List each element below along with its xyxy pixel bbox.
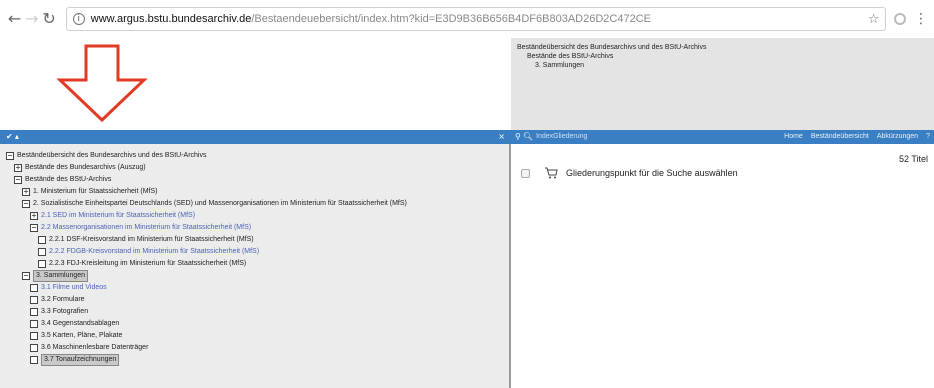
breadcrumb-line-3: 3. Sammlungen bbox=[535, 62, 585, 69]
search-row: Gliederungspunkt für die Suche auswählen bbox=[521, 167, 738, 179]
tree-node-label[interactable]: Beständeübersicht des Bundesarchivs und … bbox=[17, 151, 207, 161]
leaf-icon[interactable] bbox=[38, 248, 46, 256]
result-count: 52 Titel bbox=[898, 154, 928, 164]
select-checkbox[interactable] bbox=[521, 168, 530, 178]
forward-icon[interactable]: → bbox=[23, 10, 40, 28]
tree-node[interactable]: + Bestände des Bundesarchivs (Auszug) bbox=[0, 162, 509, 174]
tree-node-label[interactable]: 3.7 Tonaufzeichnungen bbox=[41, 354, 120, 366]
leaf-icon[interactable] bbox=[30, 308, 38, 316]
expand-icon[interactable]: + bbox=[14, 164, 22, 172]
leaf-icon[interactable] bbox=[38, 236, 46, 244]
link-home[interactable]: Home bbox=[784, 130, 803, 144]
tree-node[interactable]: 3.7 Tonaufzeichnungen bbox=[0, 354, 509, 366]
collapse-icon[interactable]: − bbox=[22, 200, 30, 208]
menu-icon[interactable]: ⋮ bbox=[914, 11, 928, 27]
leaf-icon[interactable] bbox=[30, 320, 38, 328]
tree-node-label[interactable]: 1. Ministerium für Staatssicherheit (MfS… bbox=[33, 187, 157, 197]
tree-node[interactable]: 3.5 Karten, Pläne, Plakate bbox=[0, 330, 509, 342]
tree-node[interactable]: +1. Ministerium für Staatssicherheit (Mf… bbox=[0, 186, 509, 198]
tree-node[interactable]: 3.6 Maschinenlesbare Datenträger bbox=[0, 342, 509, 354]
tree-node-label[interactable]: 3.6 Maschinenlesbare Datenträger bbox=[41, 343, 148, 353]
tree-node[interactable]: − Beständeübersicht des Bundesarchivs und… bbox=[0, 150, 509, 162]
url-path: /Bestaendeuebersicht/index.htm?kid=E3D9B… bbox=[251, 13, 651, 25]
tree-toolbar-label[interactable]: ✔ ▴ bbox=[6, 132, 19, 141]
link-abkuerzungen[interactable]: Abkürzungen bbox=[877, 130, 918, 144]
browser-toolbar: ← → ↻ i www.argus.bstu.bundesarchiv.de /… bbox=[0, 0, 934, 38]
breadcrumb: Beständeübersicht des Bundesarchivs und … bbox=[511, 38, 934, 130]
tree-node[interactable]: − Bestände des BStU-Archivs bbox=[0, 174, 509, 186]
collapse-icon[interactable]: − bbox=[6, 152, 14, 160]
url-host: www.argus.bstu.bundesarchiv.de bbox=[90, 13, 252, 25]
result-toolbar: ⚲ 🔍︎ IndexGliederung Home Beständeübersi… bbox=[511, 130, 934, 144]
leaf-icon[interactable] bbox=[38, 260, 46, 268]
tree-node[interactable]: −2.2 Massenorganisationen im Ministerium… bbox=[0, 222, 509, 234]
header-left bbox=[0, 38, 511, 130]
tree-node[interactable]: 3.1 Filme und Videos bbox=[0, 282, 509, 294]
tree-node-label[interactable]: 3.3 Fotografien bbox=[41, 307, 88, 317]
tree-node-label[interactable]: 3.1 Filme und Videos bbox=[41, 283, 107, 293]
tree-node-label[interactable]: 3. Sammlungen bbox=[33, 270, 89, 282]
tree-node-label[interactable]: 2.2.2 FDGB-Kreisvorstand im Ministerium … bbox=[49, 247, 259, 257]
tree-toolbar: ✔ ▴ × bbox=[0, 130, 511, 144]
tree-node[interactable]: 2.2.1 DSF-Kreisvorstand im Ministerium f… bbox=[0, 234, 509, 246]
tree-node[interactable]: 3.4 Gegenstandsablagen bbox=[0, 318, 509, 330]
magnifier-icon[interactable]: 🔍︎ bbox=[523, 130, 533, 144]
tree-node[interactable]: 2.2.3 FDJ-Kreisleitung im Ministerium fü… bbox=[0, 258, 509, 270]
leaf-icon[interactable] bbox=[30, 296, 38, 304]
close-icon[interactable]: × bbox=[498, 130, 505, 144]
info-icon[interactable]: i bbox=[72, 13, 85, 25]
address-bar[interactable]: i www.argus.bstu.bundesarchiv.de /Bestae… bbox=[65, 7, 887, 31]
binoculars-icon[interactable]: ⚲ bbox=[515, 130, 521, 144]
collapse-icon[interactable]: − bbox=[14, 176, 22, 184]
leaf-icon[interactable] bbox=[30, 344, 38, 352]
tree-node-label[interactable]: 3.4 Gegenstandsablagen bbox=[41, 319, 119, 329]
tree-node[interactable]: 3.2 Formulare bbox=[0, 294, 509, 306]
search-instruction: Gliederungspunkt für die Suche auswählen bbox=[566, 168, 738, 178]
tree-node-label[interactable]: Bestände des Bundesarchivs (Auszug) bbox=[25, 163, 146, 173]
tree-node-label[interactable]: 2.2 Massenorganisationen im Ministerium … bbox=[41, 223, 251, 233]
down-arrow-icon bbox=[56, 44, 148, 123]
extension-icon[interactable] bbox=[894, 13, 907, 25]
star-icon[interactable]: ☆ bbox=[868, 12, 880, 27]
tree-node[interactable]: 3.3 Fotografien bbox=[0, 306, 509, 318]
tree-node-label[interactable]: 3.5 Karten, Pläne, Plakate bbox=[41, 331, 122, 341]
link-help[interactable]: ? bbox=[926, 130, 930, 144]
result-panel: 52 Titel Gliederungspunkt für die Suche … bbox=[513, 144, 934, 388]
leaf-icon[interactable] bbox=[30, 332, 38, 340]
tree-panel: − Beständeübersicht des Bundesarchivs und… bbox=[0, 144, 511, 388]
tree-node-label[interactable]: 2.1 SED im Ministerium für Staatssicherh… bbox=[41, 211, 195, 221]
tree-node-label[interactable]: 2. Sozialistische Einheitspartei Deutsch… bbox=[33, 199, 407, 209]
tab-index-gliederung[interactable]: IndexGliederung bbox=[536, 130, 587, 144]
tree-node[interactable]: 2.2.2 FDGB-Kreisvorstand im Ministerium … bbox=[0, 246, 509, 258]
expand-icon[interactable]: + bbox=[22, 188, 30, 196]
collapse-icon[interactable]: − bbox=[22, 272, 30, 280]
tree-node-label[interactable]: 2.2.1 DSF-Kreisvorstand im Ministerium f… bbox=[49, 235, 254, 245]
breadcrumb-line-1: Beständeübersicht des Bundesarchivs und … bbox=[517, 44, 707, 51]
leaf-icon[interactable] bbox=[30, 284, 38, 292]
collapse-icon[interactable]: − bbox=[30, 224, 38, 232]
tree-node-label[interactable]: 3.2 Formulare bbox=[41, 295, 85, 305]
tree-node[interactable]: −2. Sozialistische Einheitspartei Deutsc… bbox=[0, 198, 509, 210]
cart-icon[interactable] bbox=[544, 167, 558, 179]
tree-node-label[interactable]: 2.2.3 FDJ-Kreisleitung im Ministerium fü… bbox=[49, 259, 246, 269]
tree-list: − Beständeübersicht des Bundesarchivs und… bbox=[0, 150, 509, 366]
breadcrumb-line-2: Bestände des BStU-Archivs bbox=[527, 53, 614, 60]
expand-icon[interactable]: + bbox=[30, 212, 38, 220]
tree-node-label[interactable]: Bestände des BStU-Archivs bbox=[25, 175, 111, 185]
tree-node[interactable]: −3. Sammlungen bbox=[0, 270, 509, 282]
back-icon[interactable]: ← bbox=[6, 10, 23, 28]
link-bestaendeuebersicht[interactable]: Beständeübersicht bbox=[811, 130, 869, 144]
reload-icon[interactable]: ↻ bbox=[41, 10, 58, 28]
leaf-icon[interactable] bbox=[30, 356, 38, 364]
tree-node[interactable]: +2.1 SED im Ministerium für Staatssicher… bbox=[0, 210, 509, 222]
